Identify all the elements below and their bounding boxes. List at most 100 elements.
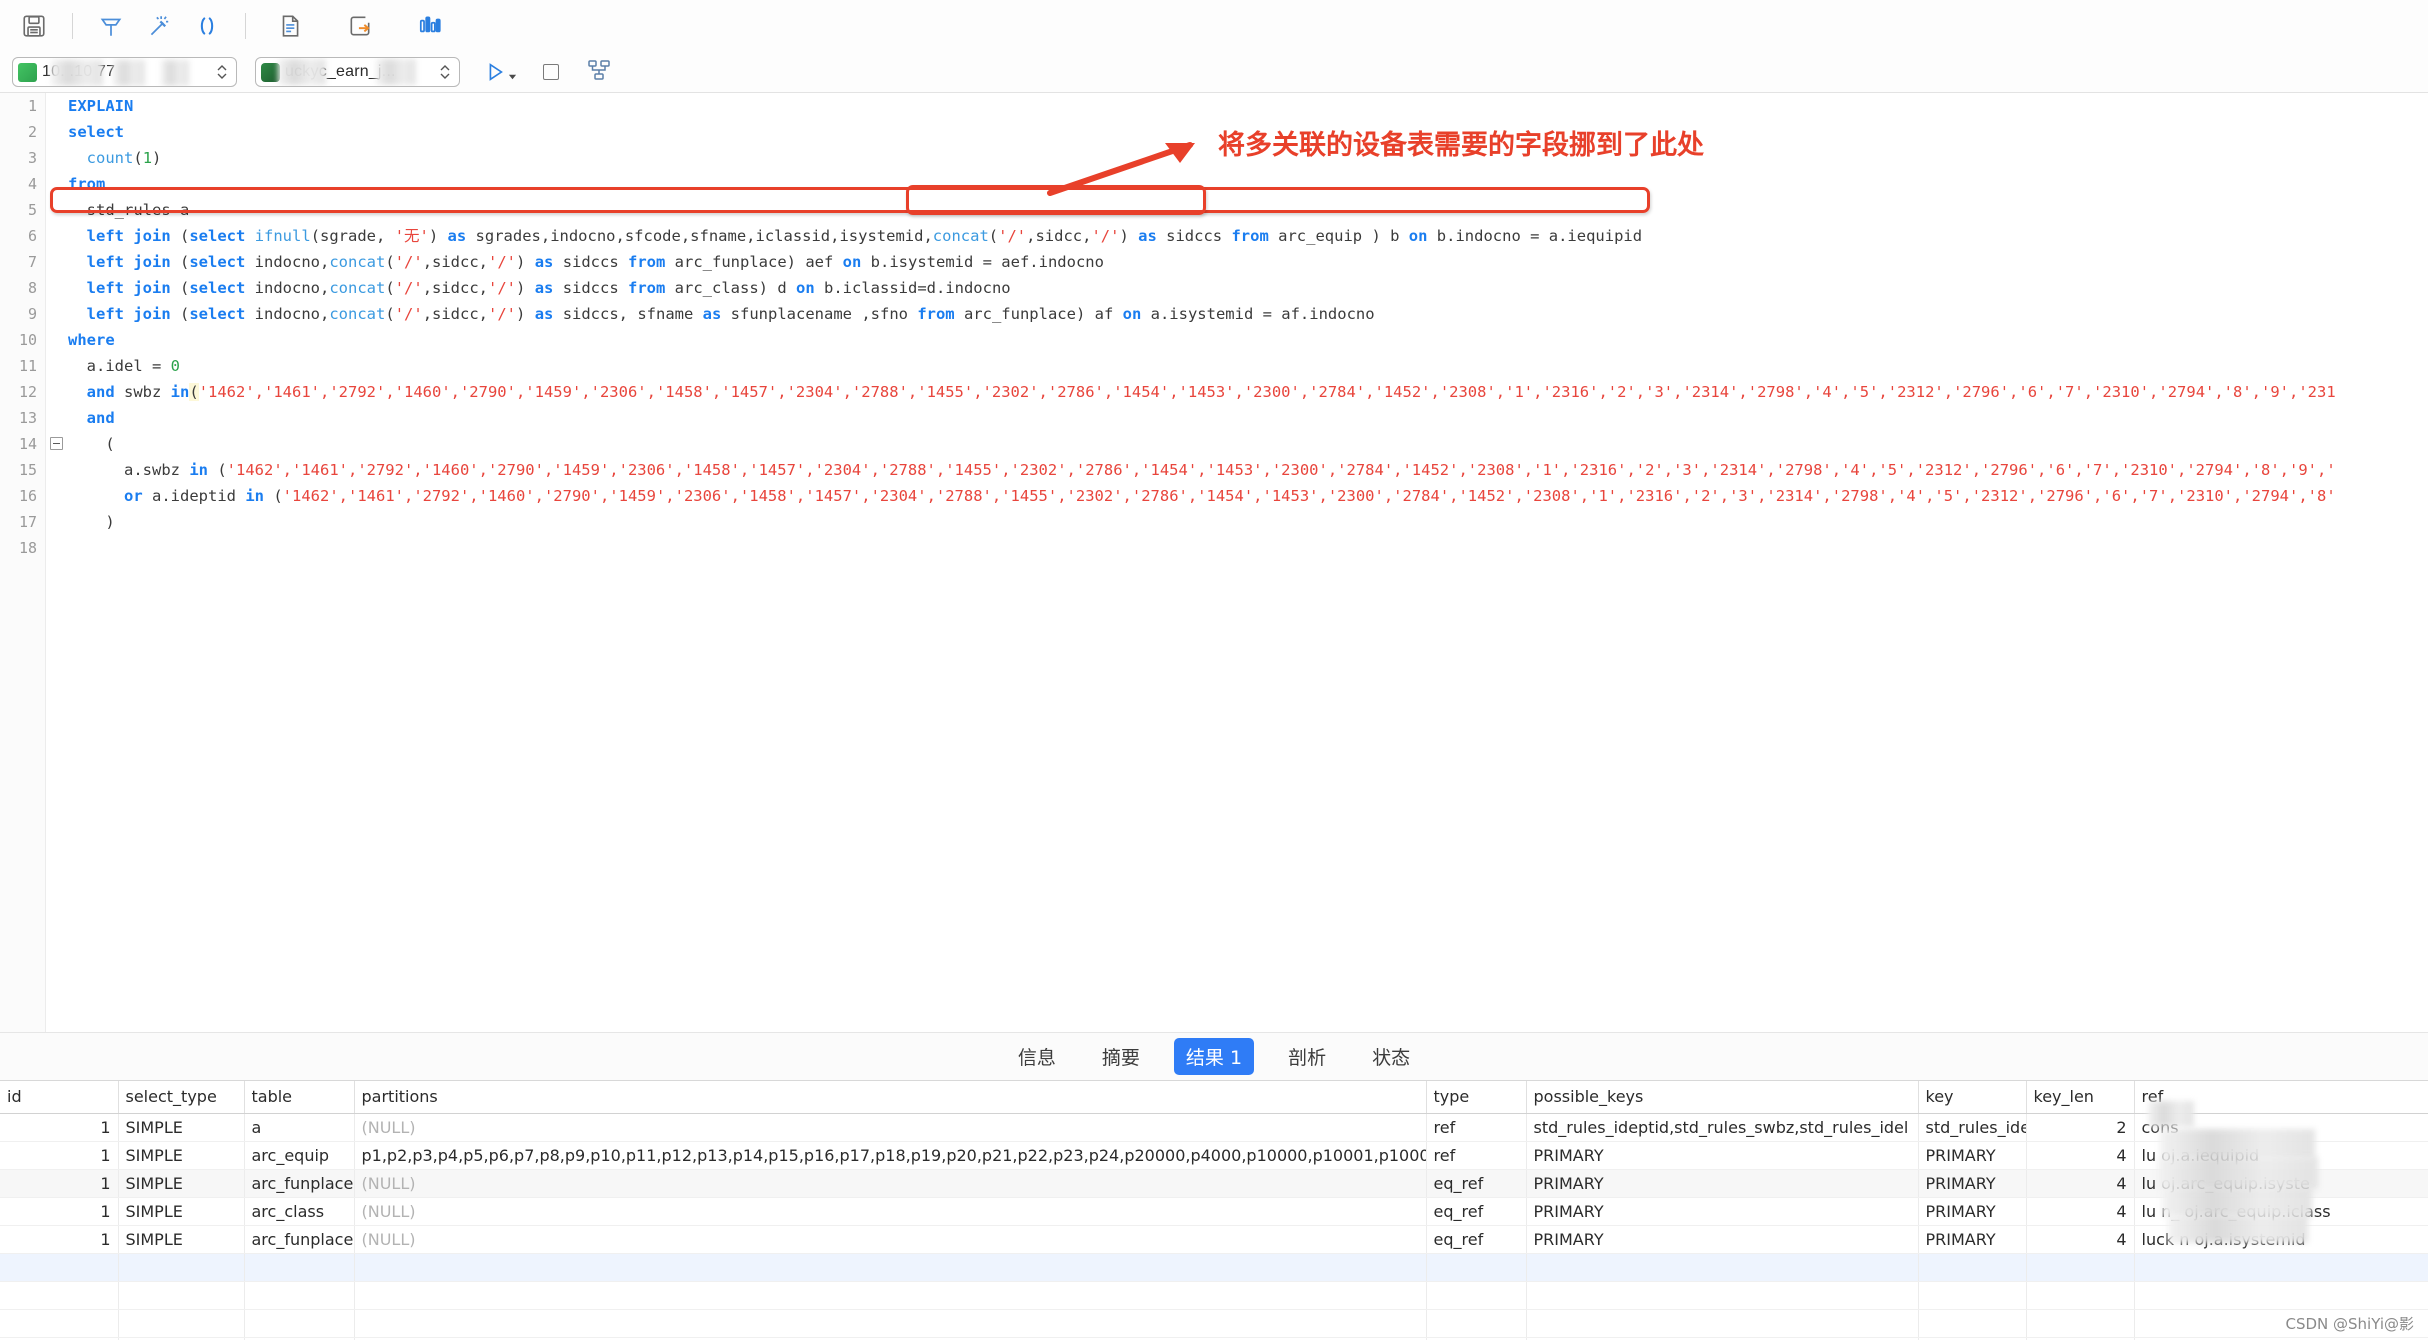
cell-key_len[interactable]: 4	[2026, 1169, 2135, 1198]
cell-empty[interactable]	[118, 1253, 245, 1282]
cell-empty[interactable]	[1526, 1281, 1919, 1310]
cell-ref[interactable]: lu n_ oj.arc_equip.iclass	[2134, 1197, 2428, 1226]
cell-key_len[interactable]: 4	[2026, 1141, 2135, 1170]
cell-table[interactable]: arc_funplace	[244, 1225, 355, 1254]
column-header-key_len[interactable]: key_len	[2026, 1081, 2135, 1114]
cell-empty[interactable]	[1918, 1253, 2027, 1282]
cell-partitions[interactable]: (NULL)	[354, 1169, 1427, 1198]
code-content[interactable]: EXPLAIN select count(1) from std_rules a l…	[68, 93, 2428, 1032]
cell-empty[interactable]	[1426, 1309, 1527, 1338]
magic-wand-icon[interactable]	[135, 4, 183, 48]
cell-empty[interactable]	[1918, 1309, 2027, 1338]
beautify-icon[interactable]	[87, 4, 135, 48]
cell-ref[interactable]: cons	[2134, 1113, 2428, 1142]
column-header-partitions[interactable]: partitions	[354, 1081, 1427, 1114]
cell-empty[interactable]	[244, 1253, 355, 1282]
cell-id[interactable]: 1	[0, 1169, 119, 1198]
cell-id[interactable]: 1	[0, 1225, 119, 1254]
cell-empty[interactable]	[0, 1253, 119, 1282]
cell-type[interactable]: eq_ref	[1426, 1169, 1527, 1198]
cell-key[interactable]: PRIMARY	[1918, 1169, 2027, 1198]
cell-type[interactable]: ref	[1426, 1141, 1527, 1170]
cell-possible_keys[interactable]: PRIMARY	[1526, 1169, 1919, 1198]
cell-id[interactable]: 1	[0, 1141, 119, 1170]
result-tab-0[interactable]: 信息	[1006, 1038, 1068, 1075]
cell-key_len[interactable]: 2	[2026, 1113, 2135, 1142]
code-line[interactable]: (	[68, 431, 2428, 457]
code-line[interactable]: std_rules a	[68, 197, 2428, 223]
column-header-key[interactable]: key	[1918, 1081, 2027, 1114]
export-icon[interactable]	[336, 4, 384, 48]
database-stepper-icon[interactable]	[435, 63, 455, 81]
code-line[interactable]: left join (select ifnull(sgrade, '无') as…	[68, 223, 2428, 249]
column-header-ref[interactable]: ref	[2134, 1081, 2428, 1114]
cell-select_type[interactable]: SIMPLE	[118, 1141, 245, 1170]
cell-partitions[interactable]: (NULL)	[354, 1197, 1427, 1226]
cell-table[interactable]: arc_class	[244, 1197, 355, 1226]
result-tab-2[interactable]: 结果 1	[1173, 1038, 1255, 1075]
column-header-table[interactable]: table	[244, 1081, 355, 1114]
database-select[interactable]: uckyc_earn_j...	[255, 57, 460, 87]
cell-type[interactable]: eq_ref	[1426, 1197, 1527, 1226]
code-line[interactable]: EXPLAIN	[68, 93, 2428, 119]
cell-table[interactable]: arc_funplace	[244, 1169, 355, 1198]
cell-select_type[interactable]: SIMPLE	[118, 1169, 245, 1198]
cell-ref[interactable]: lu oj.arc_equip.isyste	[2134, 1169, 2428, 1198]
cell-select_type[interactable]: SIMPLE	[118, 1113, 245, 1142]
code-line[interactable]: left join (select indocno,concat('/',sid…	[68, 275, 2428, 301]
cell-empty[interactable]	[1918, 1281, 2027, 1310]
cell-type[interactable]: ref	[1426, 1113, 1527, 1142]
cell-empty[interactable]	[2134, 1281, 2428, 1310]
cell-ref[interactable]: lu oj.a.iequipid	[2134, 1141, 2428, 1170]
code-line[interactable]: and	[68, 405, 2428, 431]
cell-select_type[interactable]: SIMPLE	[118, 1197, 245, 1226]
column-header-select_type[interactable]: select_type	[118, 1081, 245, 1114]
cell-empty[interactable]	[118, 1281, 245, 1310]
code-line[interactable]	[68, 535, 2428, 561]
cell-possible_keys[interactable]: std_rules_ideptid,std_rules_swbz,std_rul…	[1526, 1113, 1919, 1142]
table-row[interactable]: 1 SIMPLE arc_class (NULL) eq_ref PRIMARY PRIMA…	[0, 1197, 2428, 1226]
cell-partitions[interactable]: p1,p2,p3,p4,p5,p6,p7,p8,p9,p10,p11,p12,p…	[354, 1141, 1427, 1170]
cell-id[interactable]: 1	[0, 1113, 119, 1142]
result-tab-3[interactable]: 剖析	[1276, 1038, 1338, 1075]
table-row-empty[interactable]	[0, 1253, 2428, 1282]
cell-empty[interactable]	[0, 1309, 119, 1338]
document-icon[interactable]	[266, 4, 314, 48]
cell-empty[interactable]	[2026, 1281, 2135, 1310]
cell-empty[interactable]	[1426, 1253, 1527, 1282]
table-row-empty[interactable]	[0, 1309, 2428, 1338]
cell-possible_keys[interactable]: PRIMARY	[1526, 1141, 1919, 1170]
result-tab-4[interactable]: 状态	[1360, 1038, 1422, 1075]
chart-icon[interactable]	[406, 4, 454, 48]
cell-ref[interactable]: luck n oj.a.isystemid	[2134, 1225, 2428, 1254]
code-line[interactable]: where	[68, 327, 2428, 353]
column-header-possible_keys[interactable]: possible_keys	[1526, 1081, 1919, 1114]
cell-key[interactable]: PRIMARY	[1918, 1225, 2027, 1254]
table-row[interactable]: 1 SIMPLE a (NULL) ref std_rules_ideptid,std_r…	[0, 1113, 2428, 1142]
code-line[interactable]: and swbz in('1462','1461','2792','1460',…	[68, 379, 2428, 405]
cell-empty[interactable]	[118, 1309, 245, 1338]
code-line[interactable]: left join (select indocno,concat('/',sid…	[68, 249, 2428, 275]
fold-toggle-line14[interactable]	[50, 437, 63, 450]
cell-key_len[interactable]: 4	[2026, 1225, 2135, 1254]
explain-button[interactable]	[587, 59, 611, 86]
cell-empty[interactable]	[244, 1281, 355, 1310]
connection-stepper-icon[interactable]	[212, 63, 232, 81]
cell-empty[interactable]	[0, 1281, 119, 1310]
save-icon[interactable]	[10, 4, 58, 48]
code-line[interactable]: from	[68, 171, 2428, 197]
cell-empty[interactable]	[1526, 1309, 1919, 1338]
code-line[interactable]: )	[68, 509, 2428, 535]
cell-table[interactable]: a	[244, 1113, 355, 1142]
code-line[interactable]: or a.ideptid in ('1462','1461','2792','1…	[68, 483, 2428, 509]
code-line[interactable]: a.swbz in ('1462','1461','2792','1460','…	[68, 457, 2428, 483]
cell-empty[interactable]	[244, 1309, 355, 1338]
cell-key[interactable]: std_rules_idel	[1918, 1113, 2027, 1142]
cell-empty[interactable]	[354, 1253, 1427, 1282]
cell-select_type[interactable]: SIMPLE	[118, 1225, 245, 1254]
cell-empty[interactable]	[2026, 1253, 2135, 1282]
cell-partitions[interactable]: (NULL)	[354, 1225, 1427, 1254]
cell-type[interactable]: eq_ref	[1426, 1225, 1527, 1254]
table-row[interactable]: 1 SIMPLE arc_equip p1,p2,p3,p4,p5,p6,p7,p8,…	[0, 1141, 2428, 1170]
cell-empty[interactable]	[2134, 1253, 2428, 1282]
